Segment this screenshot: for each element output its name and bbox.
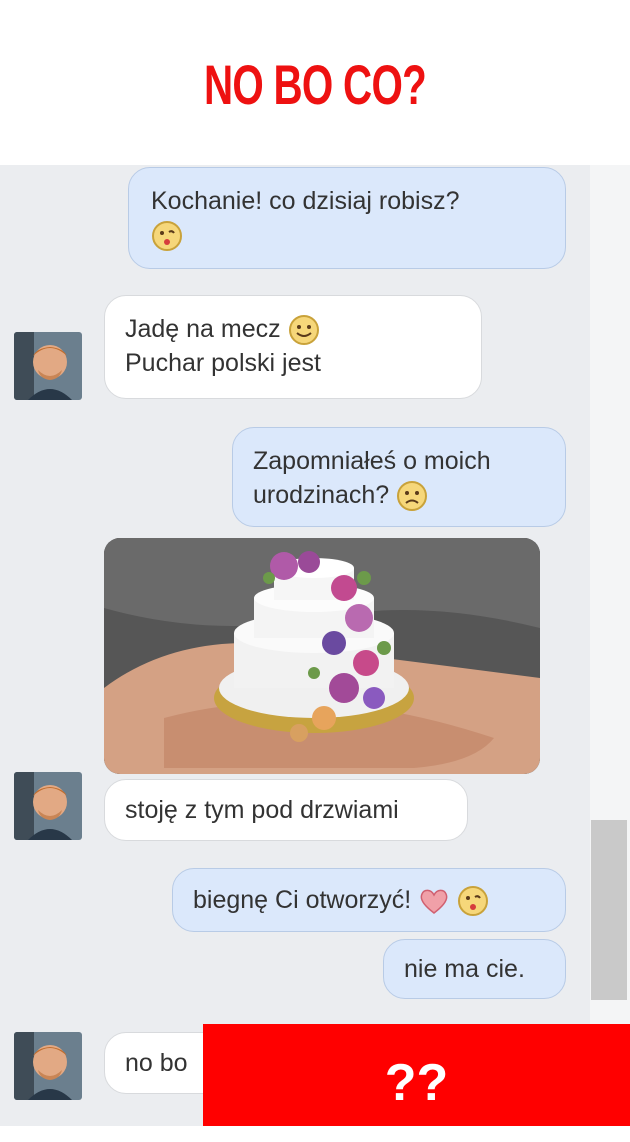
- avatar[interactable]: [14, 1032, 82, 1100]
- message-text: Jadę na mecz: [125, 315, 281, 343]
- avatar[interactable]: [14, 772, 82, 840]
- message-text: Zapomniałeś o moich: [253, 447, 491, 475]
- message-text: urodzinach?: [253, 481, 390, 509]
- question-banner: ??: [203, 1024, 630, 1126]
- message-text: biegnę Ci otworzyć!: [193, 886, 412, 914]
- sad-face-icon: [396, 480, 428, 512]
- kiss-face-icon: [457, 885, 489, 917]
- avatar[interactable]: [14, 332, 82, 400]
- message-outgoing: Kochanie! co dzisiaj robisz?: [128, 167, 566, 269]
- message-text: Puchar polski jest: [125, 349, 321, 378]
- message-text: Kochanie! co dzisiaj robisz?: [151, 187, 460, 215]
- chat-area[interactable]: Kochanie! co dzisiaj robisz? Jadę na mec…: [0, 165, 630, 1126]
- message-text: nie ma cie.: [404, 955, 525, 983]
- message-incoming: Jadę na mecz Puchar polski jest: [104, 295, 482, 399]
- scrollbar-thumb[interactable]: [591, 820, 627, 1000]
- message-outgoing: Zapomniałeś o moich urodzinach?: [232, 427, 566, 527]
- smile-face-icon: [288, 314, 320, 346]
- message-outgoing: biegnę Ci otworzyć!: [172, 868, 566, 932]
- message-incoming: stoję z tym pod drzwiami: [104, 779, 468, 841]
- message-outgoing: nie ma cie.: [383, 939, 566, 999]
- page-title: NO BO CO?: [203, 53, 427, 116]
- kiss-face-icon: [151, 220, 183, 252]
- message-text: stoję z tym pod drzwiami: [125, 796, 399, 824]
- heart-icon: [418, 885, 450, 917]
- cake-photo[interactable]: [104, 538, 540, 774]
